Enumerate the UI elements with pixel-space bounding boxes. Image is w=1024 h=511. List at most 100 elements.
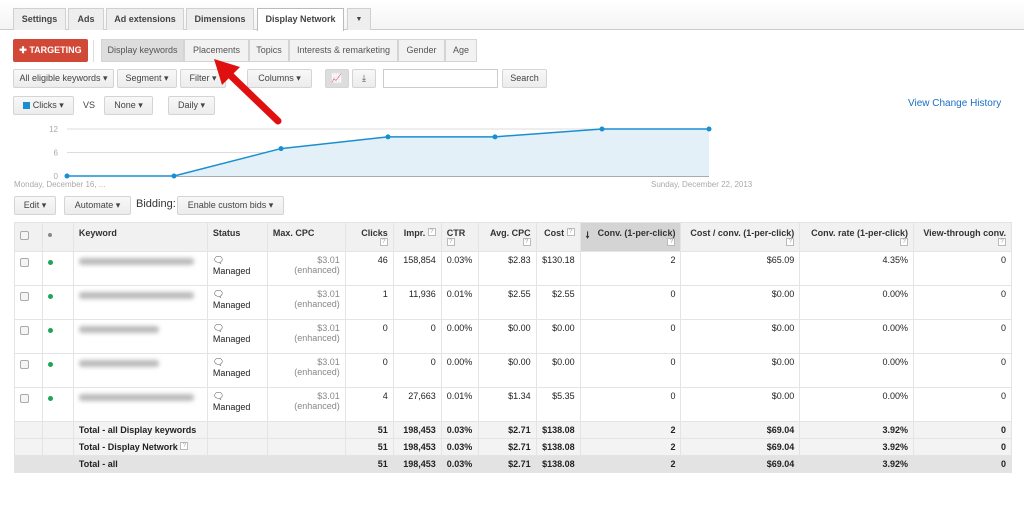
max-cpc-cell[interactable]: $3.01 (enhanced): [266, 285, 346, 320]
row-checkbox[interactable]: [20, 292, 29, 301]
help-icon[interactable]: ?: [667, 238, 676, 246]
bidding-dropdown[interactable]: Enable custom bids ▾: [177, 196, 284, 215]
compare-dropdown[interactable]: None ▾: [104, 96, 153, 115]
header-cost[interactable]: Cost ?: [535, 222, 581, 252]
header-clicks[interactable]: Clicks ?: [344, 222, 394, 252]
subtab-interests-remarketing[interactable]: Interests & remarketing: [289, 39, 398, 62]
plus-icon: ✚: [19, 45, 30, 55]
help-icon[interactable]: ?: [900, 238, 909, 246]
vs-label: VS: [83, 100, 96, 110]
metric-dropdown[interactable]: Clicks ▾: [13, 96, 74, 115]
blurred-keyword: [78, 258, 194, 265]
total-view-through-cell: 0: [913, 438, 1012, 456]
header-avg-cpc[interactable]: Avg. CPC?: [477, 222, 537, 252]
row-checkbox[interactable]: [20, 258, 29, 267]
tab-more-button[interactable]: ▼: [347, 8, 371, 30]
search-button[interactable]: Search: [502, 69, 547, 88]
header-max-cpc[interactable]: Max. CPC: [266, 222, 346, 252]
total-row: Total - all 51 198,453 0.03% $2.71 $138.08 2 $6…: [14, 455, 1012, 473]
help-icon[interactable]: ?: [427, 228, 436, 236]
tab-settings[interactable]: Settings: [13, 8, 66, 30]
blurred-keyword: [78, 292, 194, 299]
segment-dropdown[interactable]: Segment ▾: [117, 69, 177, 88]
red-arrow-annotation: [214, 59, 282, 125]
header-conv[interactable]: 🠗 Conv. (1-per-click)?: [579, 222, 682, 252]
ctr-cell: 0.01%: [440, 387, 479, 422]
max-cpc-cell[interactable]: $3.01 (enhanced): [266, 251, 346, 286]
header-impr[interactable]: Impr. ?: [392, 222, 442, 252]
max-cpc-cell[interactable]: $3.01 (enhanced): [266, 387, 346, 422]
help-icon[interactable]: ?: [786, 238, 795, 246]
keyword-cell: [72, 387, 208, 422]
row-checkbox[interactable]: [20, 394, 29, 403]
edit-dropdown[interactable]: Edit ▾: [14, 196, 56, 215]
conv-cell: 0: [579, 387, 682, 422]
help-icon[interactable]: ?: [446, 238, 455, 246]
automate-dropdown[interactable]: Automate ▾: [64, 196, 131, 215]
help-icon[interactable]: ?: [998, 238, 1006, 246]
subtab-gender[interactable]: Gender: [398, 39, 445, 62]
view-through-cell: 0: [913, 285, 1012, 320]
help-icon[interactable]: ?: [566, 228, 575, 236]
data-point: [278, 146, 284, 152]
y-tick-label: 12: [49, 125, 58, 134]
tab-ads[interactable]: Ads: [68, 8, 104, 30]
max-cpc-cell[interactable]: $3.01 (enhanced): [266, 353, 346, 388]
help-icon[interactable]: ?: [379, 238, 388, 246]
table-row: 🗨 Managed $3.01 (enhanced) 46 158,854 0.03% $2…: [14, 251, 1012, 286]
row-status-cell: [41, 285, 74, 320]
subtab-age[interactable]: Age: [445, 39, 477, 62]
comment-icon[interactable]: 🗨: [213, 323, 224, 333]
row-status-cell: [41, 251, 74, 286]
help-icon[interactable]: ?: [522, 238, 531, 246]
cost-conv-cell: $0.00: [680, 353, 801, 388]
table-row: 🗨 Managed $3.01 (enhanced) 0 0 0.00% $0.00 $0.0…: [14, 353, 1012, 388]
avg-cpc-cell: $2.83: [477, 251, 537, 286]
row-checkbox-cell: [14, 353, 43, 388]
max-cpc-cell[interactable]: $3.01 (enhanced): [266, 319, 346, 354]
total-cost-conv-cell: $69.04: [680, 421, 801, 439]
targeting-button[interactable]: ✚ TARGETING: [13, 39, 88, 62]
tab-dimensions[interactable]: Dimensions: [186, 8, 254, 30]
conv-rate-cell: 0.00%: [799, 285, 915, 320]
row-checkbox-cell: [14, 319, 43, 354]
status-cell: 🗨 Managed: [206, 285, 268, 320]
chart-toggle-button[interactable]: 📈: [325, 69, 349, 88]
view-change-history-link[interactable]: View Change History: [908, 98, 1001, 109]
conv-cell: 0: [579, 285, 682, 320]
search-input[interactable]: [383, 69, 498, 88]
comment-icon[interactable]: 🗨: [213, 255, 224, 265]
total-impr-cell: 198,453: [392, 455, 442, 473]
comment-icon[interactable]: 🗨: [213, 289, 224, 299]
tab-display-network[interactable]: Display Network: [257, 8, 344, 31]
cost-conv-cell: $0.00: [680, 387, 801, 422]
status-cell: 🗨 Managed: [206, 251, 268, 286]
row-checkbox[interactable]: [20, 360, 29, 369]
total-avg-cpc-cell: $2.71: [477, 438, 537, 456]
table-row: 🗨 Managed $3.01 (enhanced) 1 11,936 0.01% $2.5…: [14, 285, 1012, 320]
select-all-checkbox[interactable]: [20, 231, 29, 240]
chevron-down-icon: ▼: [355, 16, 363, 23]
status-cell: 🗨 Managed: [206, 387, 268, 422]
row-checkbox[interactable]: [20, 326, 29, 335]
keyword-cell: [72, 319, 208, 354]
header-status[interactable]: Status: [206, 222, 268, 252]
conv-cell: 0: [579, 319, 682, 354]
header-ctr[interactable]: CTR ?: [440, 222, 479, 252]
table-row: 🗨 Managed $3.01 (enhanced) 0 0 0.00% $0.00 $0.0…: [14, 319, 1012, 354]
cost-cell: $0.00: [535, 319, 581, 354]
comment-icon[interactable]: 🗨: [213, 357, 224, 367]
help-icon[interactable]: ?: [180, 442, 189, 450]
total-cost-cell: $138.08: [535, 438, 581, 456]
keyword-filter-dropdown[interactable]: All eligible keywords ▾: [13, 69, 114, 88]
comment-icon[interactable]: 🗨: [213, 391, 224, 401]
row-status-cell: [41, 353, 74, 388]
download-button[interactable]: ⤓: [352, 69, 376, 88]
header-keyword[interactable]: Keyword: [72, 222, 208, 252]
header-conv-rate[interactable]: Conv. rate (1-per-click)?: [799, 222, 915, 252]
total-row: Total - Display Network ? 51 198,453 0.03% $…: [14, 438, 1012, 456]
subtab-display-keywords[interactable]: Display keywords: [101, 39, 184, 62]
tab-ad-extensions[interactable]: Ad extensions: [106, 8, 184, 30]
header-cost-conv[interactable]: Cost / conv. (1-per-click)?: [680, 222, 801, 252]
header-view-through[interactable]: View-through conv.?: [913, 222, 1012, 252]
